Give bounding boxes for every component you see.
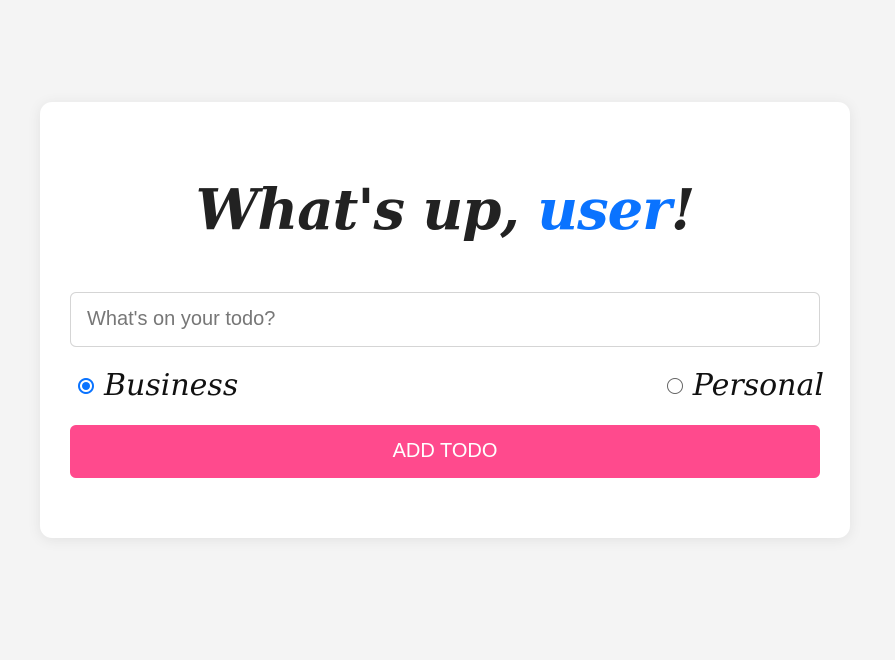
- radio-option-business[interactable]: Business: [78, 364, 238, 408]
- radio-label-personal: Personal: [692, 368, 824, 403]
- radio-label-business: Business: [104, 368, 239, 403]
- title-username: user: [537, 177, 671, 243]
- title-suffix: !: [670, 177, 696, 243]
- category-radio-group: Business Personal: [70, 364, 824, 408]
- radio-business[interactable]: [78, 378, 94, 394]
- radio-personal[interactable]: [666, 378, 683, 394]
- page-title: What's up, user!: [40, 174, 850, 246]
- todo-input[interactable]: [70, 292, 820, 347]
- radio-option-personal[interactable]: Personal: [666, 364, 824, 408]
- add-todo-button[interactable]: ADD TODO: [70, 425, 820, 478]
- greeting-card: What's up, user! Business Personal ADD T…: [40, 102, 850, 538]
- title-prefix: What's up,: [195, 177, 538, 243]
